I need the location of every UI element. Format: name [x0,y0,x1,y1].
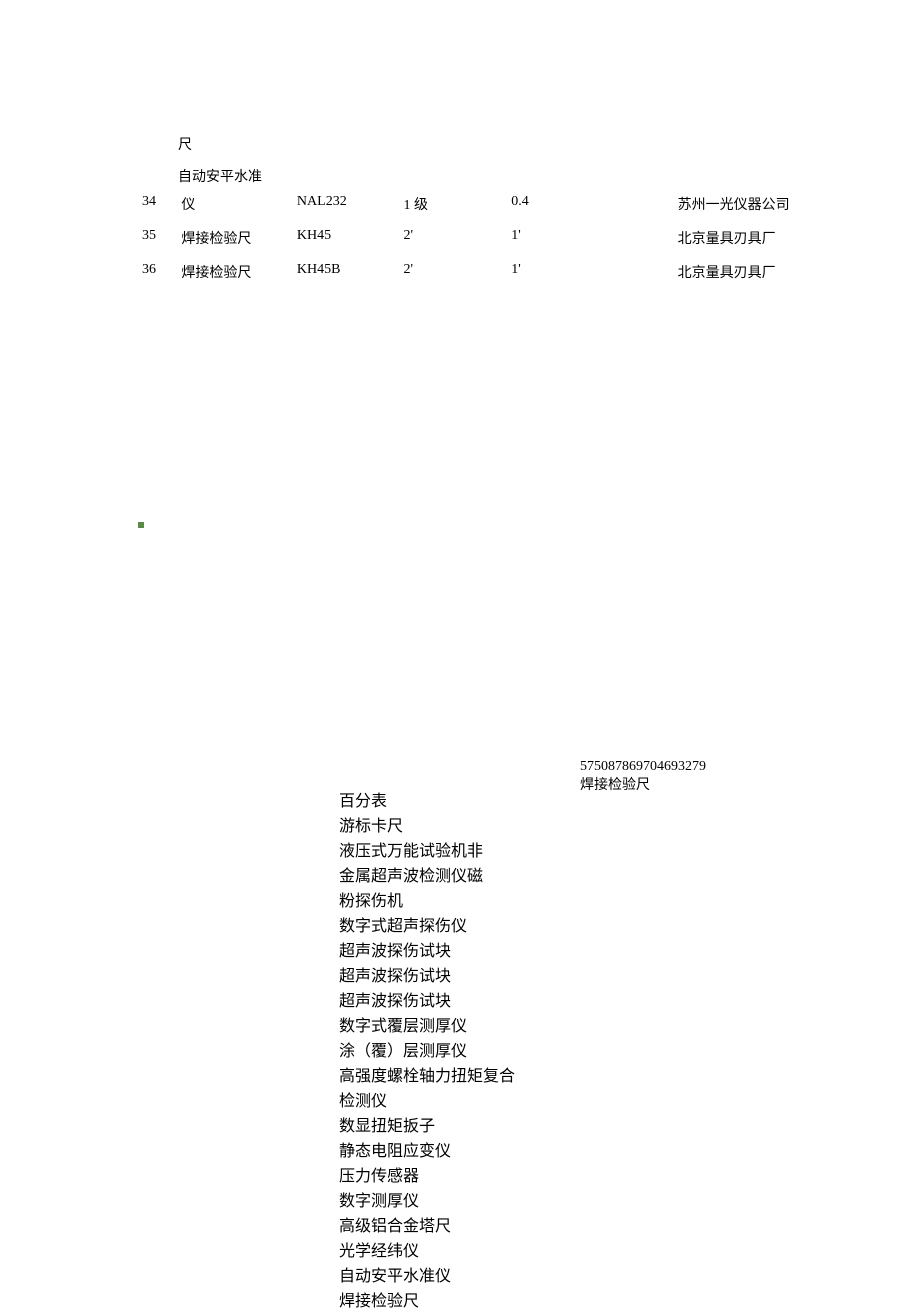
cell-name: 焊接检验尺 [181,262,295,294]
list-item: 超声波探伤试块 [339,964,515,989]
list-item: 压力传感器 [339,1164,515,1189]
list-item: 数字测厚仪 [339,1189,515,1214]
cell-val: 1' [511,262,675,294]
list-item: 光学经纬仪 [339,1239,515,1264]
list-item: 超声波探伤试块 [339,939,515,964]
list-item: 超声波探伤试块 [339,989,515,1014]
right-label: 焊接检验尺 [580,776,706,795]
green-marker-icon [138,522,144,528]
cell-model: KH45 [297,228,402,260]
list-item: 高强度螺栓轴力扭矩复合 [339,1064,515,1089]
cell-val: 0.4 [511,194,675,226]
list-item: 数显扭矩扳子 [339,1114,515,1139]
list-item: 检测仪 [339,1089,515,1114]
right-code: 575087869704693279 [580,757,706,776]
pre-label-2: 自动安平水准 [178,162,262,194]
cell-grade: 1 级 [404,194,510,226]
list-item: 数字式覆层测厚仪 [339,1014,515,1039]
center-list: 百分表 游标卡尺 液压式万能试验机非 金属超声波检测仪磁 粉探伤机 数字式超声探… [339,789,515,1314]
list-item: 涂（覆）层测厚仪 [339,1039,515,1064]
cell-idx: 36 [142,262,179,294]
cell-vendor: 北京量具刃具厂 [678,228,838,260]
list-item: 数字式超声探伤仪 [339,914,515,939]
list-item: 液压式万能试验机非 [339,839,515,864]
pre-row: 尺 自动安平水准 [178,130,262,194]
list-item: 游标卡尺 [339,814,515,839]
list-item: 焊接检验尺 [339,1289,515,1314]
list-item: 粉探伤机 [339,889,515,914]
cell-vendor: 苏州一光仪器公司 [678,194,838,226]
right-block: 575087869704693279 焊接检验尺 [580,757,706,795]
table-row: 36 焊接检验尺 KH45B 2' 1' 北京量具刃具厂 [142,262,838,294]
list-item: 金属超声波检测仪磁 [339,864,515,889]
cell-name: 焊接检验尺 [181,228,295,260]
cell-val: 1' [511,228,675,260]
cell-name: 仪 [181,194,295,226]
list-item: 高级铝合金塔尺 [339,1214,515,1239]
cell-vendor: 北京量具刃具厂 [678,262,838,294]
table-row: 34 仪 NAL232 1 级 0.4 苏州一光仪器公司 [142,194,838,226]
instrument-table: 34 仪 NAL232 1 级 0.4 苏州一光仪器公司 35 焊接检验尺 KH… [140,192,840,296]
table-row: 35 焊接检验尺 KH45 2' 1' 北京量具刃具厂 [142,228,838,260]
cell-grade: 2' [404,262,510,294]
cell-model: NAL232 [297,194,402,226]
list-item: 百分表 [339,789,515,814]
list-item: 自动安平水准仪 [339,1264,515,1289]
pre-label-1: 尺 [178,130,262,162]
cell-grade: 2' [404,228,510,260]
cell-idx: 34 [142,194,179,226]
cell-model: KH45B [297,262,402,294]
list-item: 静态电阻应变仪 [339,1139,515,1164]
cell-idx: 35 [142,228,179,260]
